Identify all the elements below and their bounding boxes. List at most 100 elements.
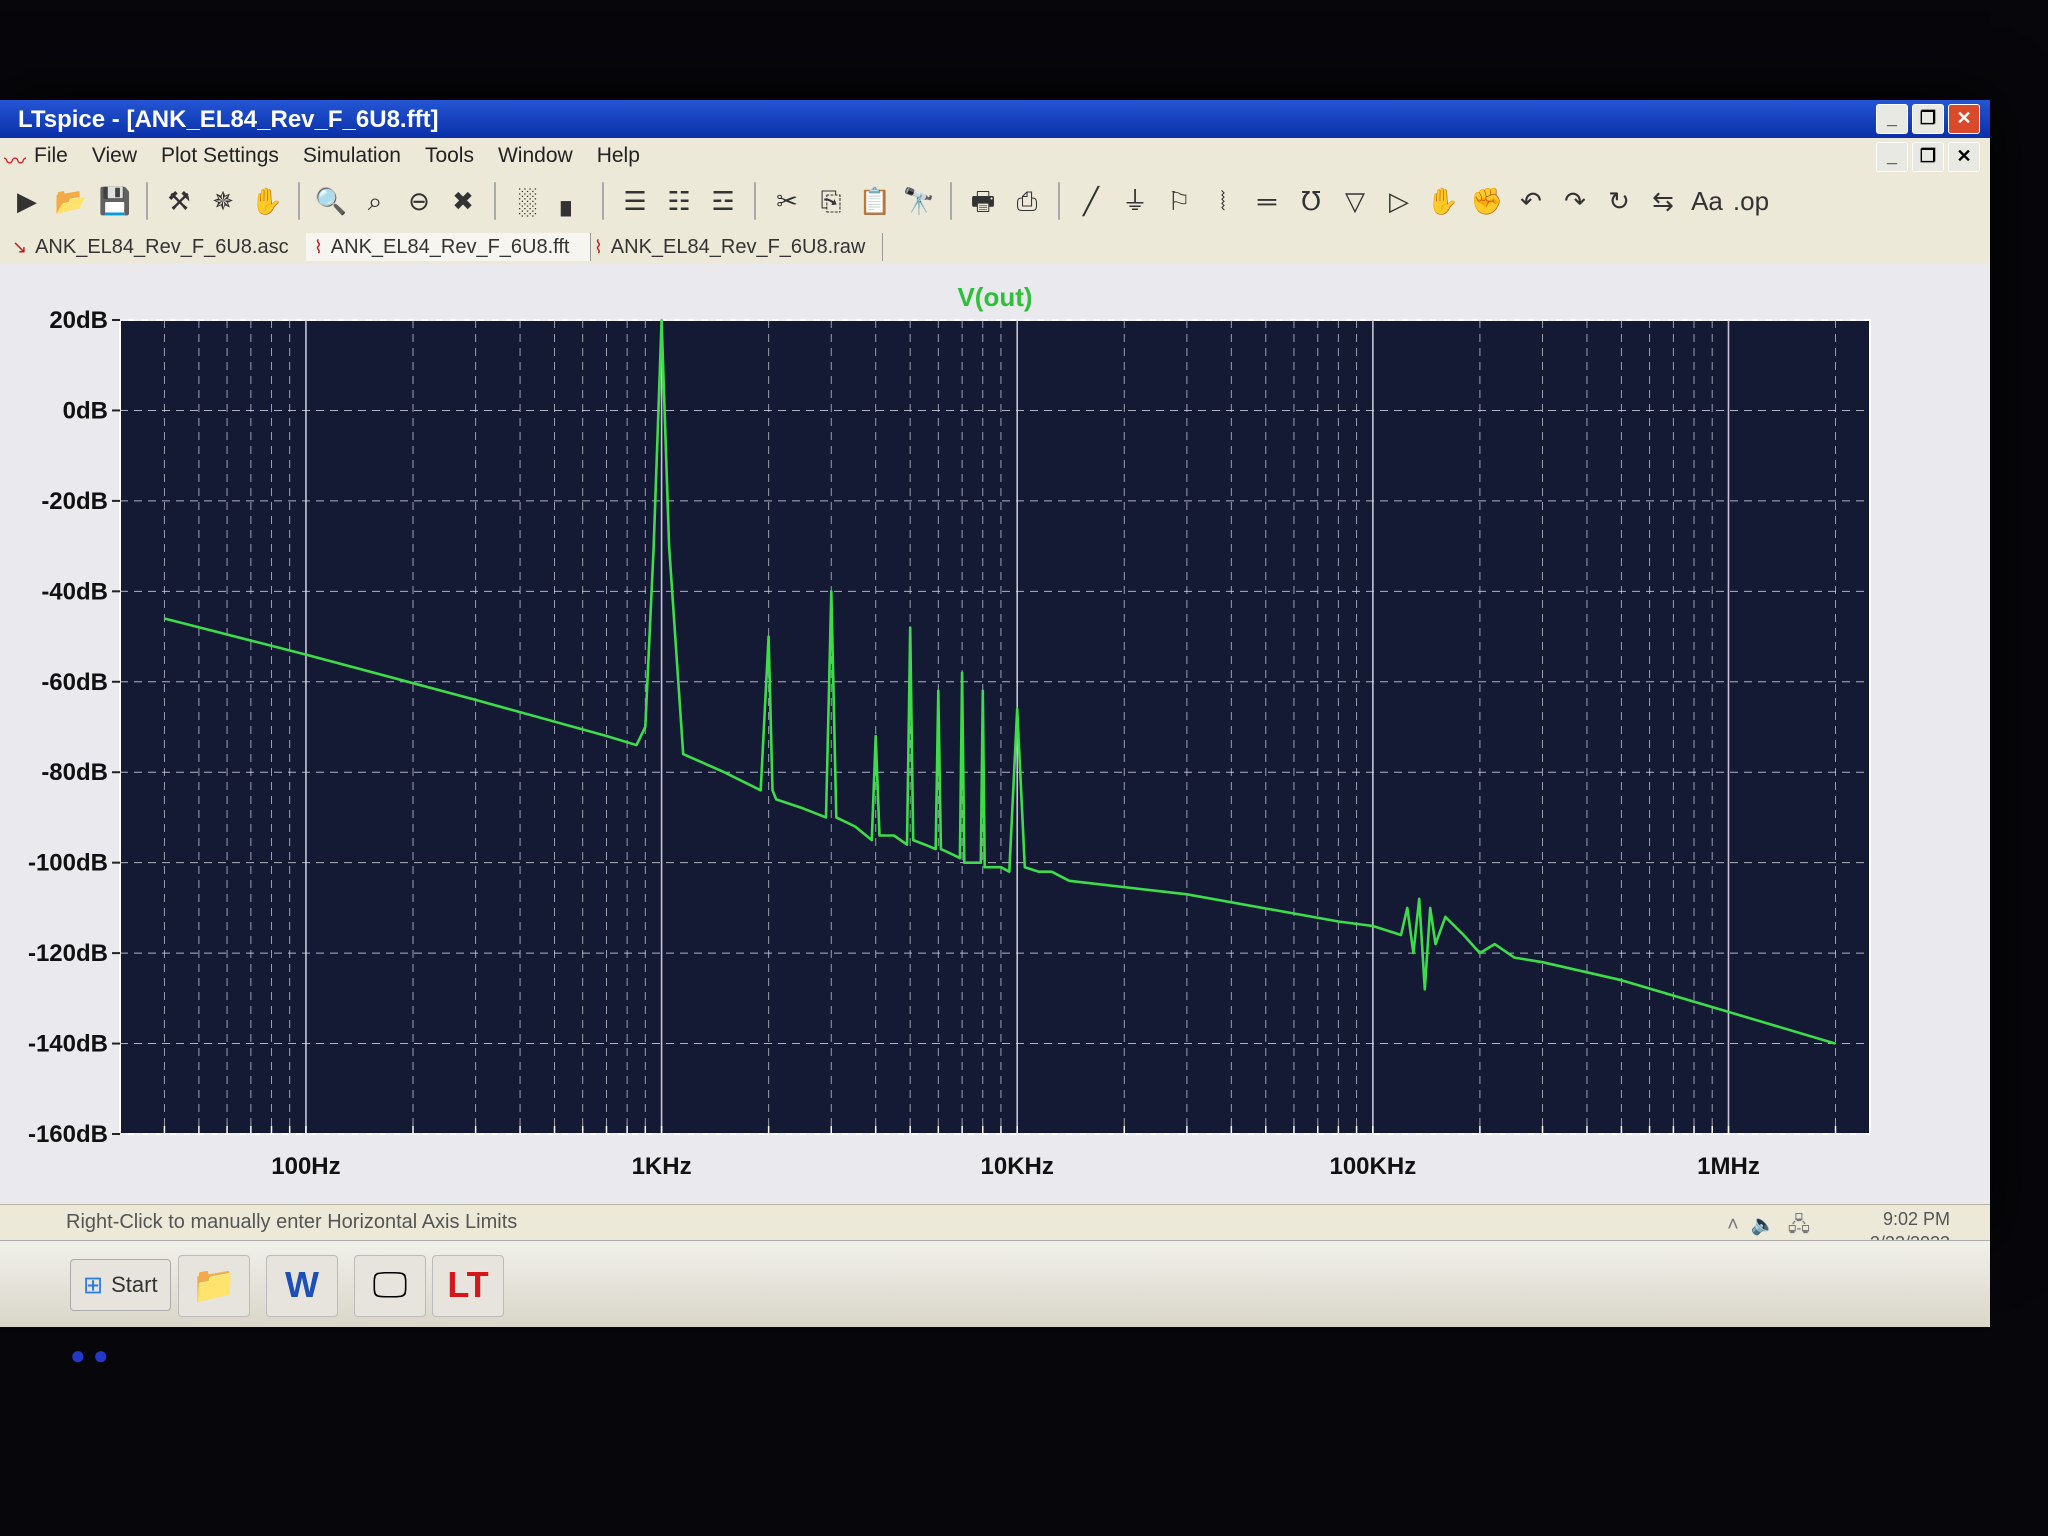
explorer-app-icon[interactable]: 📁: [178, 1255, 250, 1317]
mdi-close-button[interactable]: ✕: [1948, 142, 1980, 172]
menu-bar: 〰 File View Plot Settings Simulation Too…: [0, 138, 1990, 175]
waveform-icon: ⌇: [594, 236, 603, 257]
ltspice-window: LTspice - [ANK_EL84_Rev_F_6U8.fft] _ ❐ ✕…: [0, 100, 1990, 1327]
run-icon[interactable]: ▶: [8, 182, 46, 220]
undo-icon[interactable]: ↶: [1512, 182, 1550, 220]
menu-file[interactable]: File: [34, 144, 68, 168]
cascade-icon[interactable]: ☲: [704, 182, 742, 220]
document-tabs: ↘ ANK_EL84_Rev_F_6U8.asc ⌇ ANK_EL84_Rev_…: [0, 230, 1990, 265]
text-icon[interactable]: Aa: [1688, 182, 1726, 220]
tab-label: ANK_EL84_Rev_F_6U8.fft: [330, 235, 570, 258]
y-tick-label: -120dB: [28, 940, 108, 967]
paste-icon[interactable]: 📋: [856, 182, 894, 220]
tab-label: ANK_EL84_Rev_F_6U8.raw: [610, 235, 866, 258]
title-bar[interactable]: LTspice - [ANK_EL84_Rev_F_6U8.fft] _ ❐ ✕: [0, 100, 1990, 138]
monitor-led-icon: ● ●: [70, 1340, 109, 1370]
resistor-icon[interactable]: ⦚: [1204, 182, 1242, 220]
restore-button[interactable]: ❐: [1912, 104, 1944, 134]
x-tick-label: 10KHz: [981, 1153, 1054, 1180]
tile-vertical-icon[interactable]: ☷: [660, 182, 698, 220]
toolbar-separator: [298, 182, 300, 220]
y-tick-label: -140dB: [28, 1031, 108, 1058]
move-icon[interactable]: ✋: [1424, 182, 1462, 220]
control-panel-icon[interactable]: ⚒: [160, 182, 198, 220]
ground-icon[interactable]: ⏚: [1116, 182, 1154, 220]
trace-title[interactable]: V(out): [957, 282, 1032, 312]
open-icon[interactable]: 📂: [52, 182, 90, 220]
toolbar-separator: [1058, 182, 1060, 220]
redo-icon[interactable]: ↷: [1556, 182, 1594, 220]
find-icon[interactable]: 🔭: [900, 182, 938, 220]
y-tick-label: 0dB: [63, 397, 108, 424]
ltspice-app-icon[interactable]: 〰: [4, 144, 26, 176]
menu-tools[interactable]: Tools: [425, 144, 474, 168]
tile-horizontal-icon[interactable]: ☰: [616, 182, 654, 220]
label-icon[interactable]: ⚐: [1160, 182, 1198, 220]
waveform-viewer[interactable]: 20dB 0dB -20dB -40dB -60dB -80dB -100dB -120dB -…: [0, 264, 1990, 1204]
volume-icon[interactable]: 🔈: [1751, 1213, 1776, 1237]
word-app-icon[interactable]: W: [266, 1255, 338, 1317]
start-button[interactable]: ⊞ Start: [70, 1259, 171, 1311]
close-button[interactable]: ✕: [1948, 104, 1980, 134]
schematic-icon: ↘: [12, 236, 28, 257]
copy-icon[interactable]: ⎘: [812, 182, 850, 220]
print-preview-icon[interactable]: ⎙: [1008, 182, 1046, 220]
print-icon[interactable]: 🖶: [964, 182, 1002, 220]
tab-raw[interactable]: ⌇ ANK_EL84_Rev_F_6U8.raw: [586, 233, 883, 261]
plot-area[interactable]: [119, 319, 1871, 1135]
y-tick-label: -80dB: [41, 759, 108, 786]
clock-time[interactable]: 9:02 PM: [1870, 1207, 1950, 1231]
monitor-app-icon[interactable]: 🖵: [354, 1255, 426, 1317]
drag-icon[interactable]: ✊: [1468, 182, 1506, 220]
waveform-icon: ⌇: [314, 236, 323, 257]
cut-icon[interactable]: ✂: [768, 182, 806, 220]
mark-unref-icon[interactable]: ▖: [552, 182, 590, 220]
zoom-in-icon[interactable]: 🔍: [312, 182, 350, 220]
tab-fft[interactable]: ⌇ ANK_EL84_Rev_F_6U8.fft: [306, 233, 591, 261]
toolbar-separator: [146, 182, 148, 220]
toolbar-separator: [602, 182, 604, 220]
tab-schematic[interactable]: ↘ ANK_EL84_Rev_F_6U8.asc: [4, 233, 311, 261]
menu-help[interactable]: Help: [597, 144, 640, 168]
fft-plot[interactable]: 20dB 0dB -20dB -40dB -60dB -80dB -100dB -120dB -…: [0, 264, 1990, 1204]
x-tick-label: 100KHz: [1329, 1153, 1416, 1180]
spice-directive-icon[interactable]: .op: [1732, 182, 1770, 220]
autorange-icon[interactable]: ░: [508, 182, 546, 220]
inductor-icon[interactable]: ℧: [1292, 182, 1330, 220]
toolbar: ▶ 📂 💾 ⚒ ✵ ✋ 🔍 ⌕ ⊖ ✖ ░ ▖ ☰ ☷ ☲ ✂ ⎘ 📋 🔭 🖶 ⎙ ╱ ⏚ ⚐ ⦚ ═ ℧ ▽ ▷ ✋ ✊ ↶ ↷ ↻ ⇆ Aa .op: [0, 174, 1990, 231]
mirror-icon[interactable]: ⇆: [1644, 182, 1682, 220]
y-tick-label: -60dB: [41, 669, 108, 696]
x-tick-label: 1KHz: [632, 1153, 692, 1180]
pan-icon[interactable]: ✋: [248, 182, 286, 220]
network-icon[interactable]: 🖧: [1788, 1213, 1810, 1237]
y-tick-label: 20dB: [49, 307, 108, 334]
status-bar: Right-Click to manually enter Horizontal…: [0, 1204, 1990, 1253]
wire-icon[interactable]: ╱: [1072, 182, 1110, 220]
toolbar-separator: [754, 182, 756, 220]
zoom-area-icon[interactable]: ⌕: [356, 182, 394, 220]
zoom-fit-icon[interactable]: ✖: [444, 182, 482, 220]
menu-window[interactable]: Window: [498, 144, 573, 168]
menu-simulation[interactable]: Simulation: [303, 144, 401, 168]
x-tick-label: 100Hz: [271, 1153, 340, 1180]
mdi-minimize-button[interactable]: _: [1876, 142, 1908, 172]
capacitor-icon[interactable]: ═: [1248, 182, 1286, 220]
x-tick-label: 1MHz: [1697, 1153, 1760, 1180]
diode-icon[interactable]: ▽: [1336, 182, 1374, 220]
window-title: LTspice - [ANK_EL84_Rev_F_6U8.fft]: [18, 106, 439, 133]
y-tick-label: -40dB: [41, 578, 108, 605]
menu-plot-settings[interactable]: Plot Settings: [161, 144, 279, 168]
ltspice-app-icon[interactable]: LT: [432, 1255, 504, 1317]
y-tick-label: -20dB: [41, 488, 108, 515]
toolbar-separator: [950, 182, 952, 220]
component-icon[interactable]: ▷: [1380, 182, 1418, 220]
menu-view[interactable]: View: [92, 144, 137, 168]
halt-icon[interactable]: ✵: [204, 182, 242, 220]
zoom-out-icon[interactable]: ⊖: [400, 182, 438, 220]
mdi-restore-button[interactable]: ❐: [1912, 142, 1944, 172]
tray-expand-icon[interactable]: ˄: [1727, 1213, 1739, 1237]
minimize-button[interactable]: _: [1876, 104, 1908, 134]
status-message: Right-Click to manually enter Horizontal…: [66, 1211, 518, 1233]
rotate-icon[interactable]: ↻: [1600, 182, 1638, 220]
save-icon[interactable]: 💾: [96, 182, 134, 220]
